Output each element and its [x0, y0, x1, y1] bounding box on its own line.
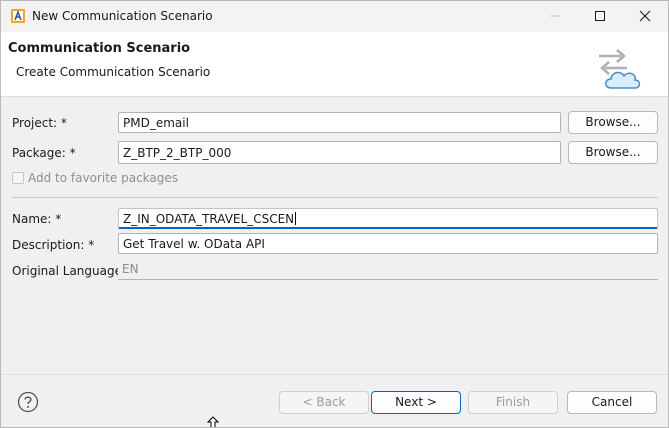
next-button[interactable]: Next >	[371, 391, 461, 414]
maximize-button[interactable]	[577, 1, 623, 32]
help-icon[interactable]	[17, 391, 39, 413]
text-caret	[295, 212, 297, 225]
language-label: Original Language:	[12, 264, 127, 278]
language-input: EN	[118, 259, 658, 280]
mouse-cursor-icon	[207, 416, 219, 427]
close-icon	[639, 10, 651, 22]
maximize-icon	[595, 11, 605, 21]
footer-separator	[1, 374, 668, 375]
page-title: Communication Scenario	[8, 41, 191, 56]
package-browse-button[interactable]: Browse...	[568, 141, 658, 164]
description-label: Description: *	[12, 238, 95, 252]
eclipse-adt-icon	[11, 9, 25, 23]
window-title: New Communication Scenario	[32, 9, 213, 23]
minimize-icon	[550, 15, 560, 17]
favorite-packages-checkbox[interactable]	[12, 172, 24, 184]
title-bar[interactable]: New Communication Scenario	[1, 1, 668, 32]
name-input[interactable]: Z_IN_ODATA_TRAVEL_CSCEN	[118, 208, 658, 229]
name-label: Name: *	[12, 212, 62, 226]
description-input[interactable]: Get Travel w. OData API	[118, 233, 658, 254]
minimize-button[interactable]	[532, 1, 578, 32]
favorite-packages-label: Add to favorite packages	[28, 171, 179, 185]
project-label: Project: *	[12, 116, 67, 130]
project-browse-button[interactable]: Browse...	[568, 111, 658, 134]
name-input-value: Z_IN_ODATA_TRAVEL_CSCEN	[123, 212, 295, 226]
package-input[interactable]: Z_BTP_2_BTP_000	[118, 141, 561, 164]
cancel-button[interactable]: Cancel	[567, 391, 657, 414]
back-button[interactable]: < Back	[279, 391, 369, 414]
page-subtitle: Create Communication Scenario	[16, 65, 211, 79]
package-label: Package: *	[12, 146, 76, 160]
project-input[interactable]: PMD_email	[118, 112, 561, 133]
wizard-dialog: New Communication Scenario Communication…	[0, 0, 669, 428]
finish-button[interactable]: Finish	[468, 391, 558, 414]
form-separator	[12, 197, 658, 198]
wizard-header: Communication Scenario Create Communicat…	[1, 32, 668, 97]
transfer-cloud-icon	[599, 49, 641, 89]
close-button[interactable]	[622, 1, 668, 32]
